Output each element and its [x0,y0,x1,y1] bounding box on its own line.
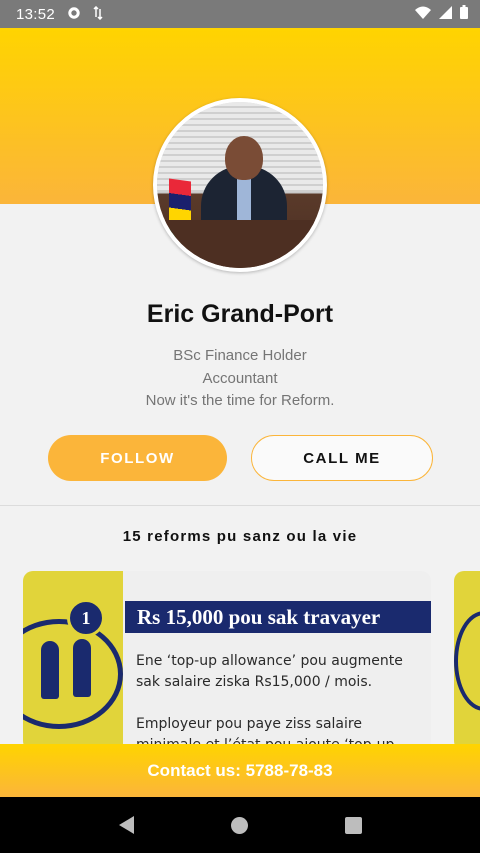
contact-bar[interactable]: Contact us: 5788-78-83 [0,744,480,797]
bio-line: BSc Finance Holder [173,347,307,364]
person-head [225,136,263,180]
home-icon[interactable] [230,816,248,834]
data-sync-icon [93,5,103,23]
avatar-photo [157,102,323,268]
card-number-badge: 1 [67,599,105,637]
wifi-icon [415,6,431,23]
next-reform-card[interactable] [454,571,480,751]
divider [0,505,480,506]
worker-figure-icon [41,641,59,699]
card-body: Ene ‘top-up allowance’ pou augmente sak … [136,651,423,751]
card-paragraph: Ene ‘top-up allowance’ pou augmente sak … [136,653,403,690]
bio-line: Now it's the time for Reform. [145,392,335,409]
call-me-button[interactable]: CALL ME [251,435,433,481]
gear-icon [67,6,81,23]
worker-figure-icon [73,639,91,697]
back-icon[interactable] [118,816,134,834]
system-nav-bar [0,797,480,853]
bio-line: Accountant [202,369,278,387]
card-heading: Rs 15,000 pou sak travayer [125,601,431,633]
signal-icon [439,5,452,23]
battery-icon [460,5,468,23]
avatar[interactable] [153,98,327,272]
profile-name: Eric Grand-Port [146,300,334,328]
recents-icon[interactable] [344,816,362,834]
section-title: 15 reforms pu sanz ou la vie [122,528,358,545]
reform-card[interactable]: Rs 15,000 pou sak travayer 1 Ene ‘top-up… [23,571,431,751]
follow-button[interactable]: FOLLOW [48,435,227,481]
status-bar: 13:52 [0,0,480,28]
card-circle-graphic [454,611,480,711]
desk [157,220,323,268]
status-time: 13:52 [16,5,56,23]
card-yellow-panel [23,571,123,751]
profile-bio: BSc Finance Holder Accountant Now it's t… [0,345,480,413]
